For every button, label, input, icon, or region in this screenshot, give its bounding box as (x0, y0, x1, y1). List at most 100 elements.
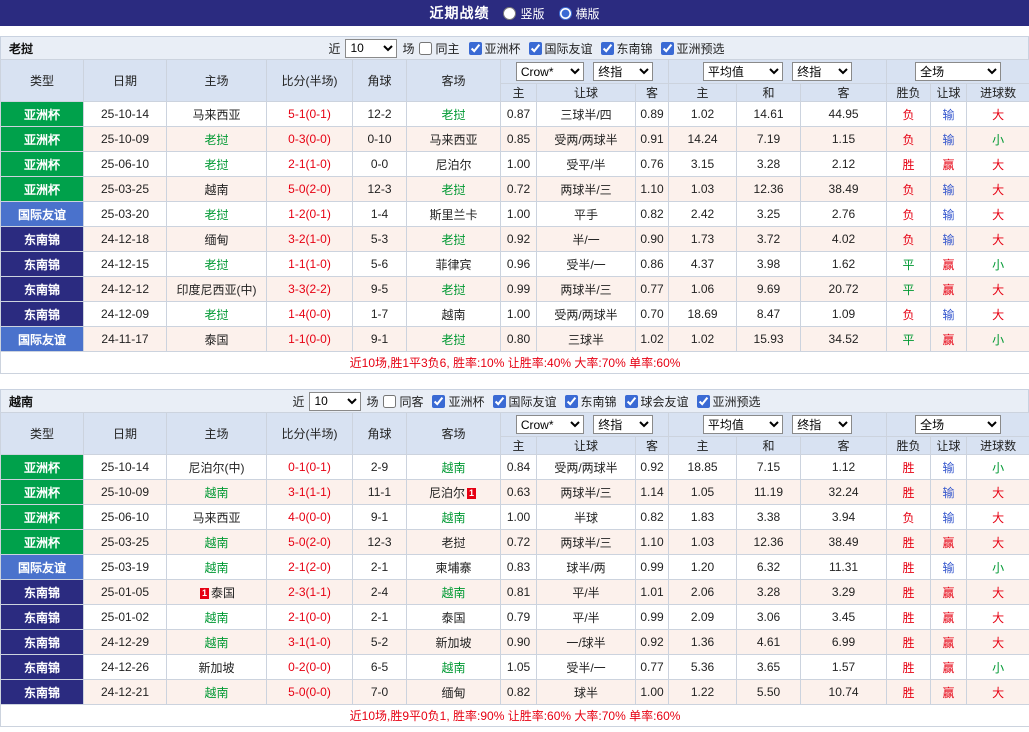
result-wdl-cell: 胜 (887, 680, 931, 705)
competition-checkbox[interactable] (625, 395, 638, 408)
europe-time-select[interactable]: 终指 (792, 62, 852, 81)
layout-option-horizontal[interactable]: 横版 (559, 5, 600, 22)
home-team-name: 越南 (204, 561, 228, 575)
col-header-asia-handicap: 让球 (537, 437, 636, 455)
home-team-cell: 泰国 (167, 327, 267, 352)
europe-home-odds-cell: 1.02 (669, 327, 737, 352)
away-team-cell: 老挝 (407, 530, 501, 555)
competition-filter[interactable]: 亚洲杯 (469, 40, 521, 57)
col-header-asia-away: 客 (636, 84, 669, 102)
competition-filter[interactable]: 亚洲杯 (432, 393, 484, 410)
europe-away-odds-cell: 3.29 (801, 580, 887, 605)
handicap-cell: 两球半/三 (537, 530, 636, 555)
asia-away-odds-cell: 0.90 (636, 227, 669, 252)
competition-checkbox[interactable] (601, 42, 614, 55)
asia-away-odds-cell: 1.10 (636, 177, 669, 202)
europe-away-odds-cell: 1.09 (801, 302, 887, 327)
scope-select[interactable]: 全场 (915, 415, 1001, 434)
competition-filter[interactable]: 亚洲预选 (661, 40, 725, 57)
col-header-europe-away: 客 (801, 437, 887, 455)
europe-home-odds-cell: 1.03 (669, 530, 737, 555)
asia-home-odds-cell: 0.84 (501, 455, 537, 480)
away-team-cell: 越南 (407, 655, 501, 680)
competition-filter[interactable]: 国际友谊 (493, 393, 557, 410)
horizontal-layout-radio[interactable] (559, 7, 572, 20)
table-header: 类型 日期 主场 比分(半场) 角球 客场 Crow* 终指 平均值 终指 (1, 413, 1029, 455)
europe-draw-odds-cell: 3.25 (737, 202, 801, 227)
match-type-cell: 亚洲杯 (1, 530, 84, 555)
asia-time-select[interactable]: 终指 (593, 62, 653, 81)
col-header-europe-home: 主 (669, 437, 737, 455)
europe-draw-odds-cell: 3.28 (737, 152, 801, 177)
result-goals-cell: 大 (967, 227, 1029, 252)
competition-checkbox[interactable] (469, 42, 482, 55)
competition-checkbox[interactable] (661, 42, 674, 55)
recent-count-select[interactable]: 10 (309, 392, 361, 411)
home-team-name: 老挝 (204, 208, 228, 222)
home-team-name: 老挝 (204, 308, 228, 322)
layout-option-vertical[interactable]: 竖版 (503, 5, 544, 22)
europe-odds-select-cell: 平均值 终指 (669, 413, 887, 437)
average-select[interactable]: 平均值 (703, 62, 783, 81)
asia-home-odds-cell: 0.90 (501, 630, 537, 655)
competition-label: 东南锦 (581, 393, 617, 410)
score-cell: 3-1(1-1) (267, 480, 353, 505)
competition-filter[interactable]: 亚洲预选 (697, 393, 761, 410)
home-team-name: 老挝 (204, 258, 228, 272)
europe-away-odds-cell: 6.99 (801, 630, 887, 655)
europe-home-odds-cell: 18.85 (669, 455, 737, 480)
europe-away-odds-cell: 4.02 (801, 227, 887, 252)
col-header-type: 类型 (1, 60, 84, 102)
same-venue-checkbox[interactable] (383, 395, 396, 408)
date-cell: 24-11-17 (84, 327, 167, 352)
date-cell: 24-12-15 (84, 252, 167, 277)
handicap-cell: 受平/半 (537, 152, 636, 177)
europe-away-odds-cell: 2.12 (801, 152, 887, 177)
result-row: 东南锦24-12-15老挝1-1(1-0)5-6菲律宾0.96受半/一0.864… (1, 252, 1029, 277)
bookmaker-select[interactable]: Crow* (516, 415, 584, 434)
vertical-layout-radio[interactable] (503, 7, 516, 20)
competition-checkbox[interactable] (697, 395, 710, 408)
competition-checkbox[interactable] (493, 395, 506, 408)
away-team-name: 菲律宾 (435, 258, 471, 272)
europe-draw-odds-cell: 12.36 (737, 177, 801, 202)
competition-filter[interactable]: 东南锦 (565, 393, 617, 410)
result-wdl-cell: 平 (887, 252, 931, 277)
home-team-name: 新加坡 (198, 661, 234, 675)
competition-filter[interactable]: 球会友谊 (625, 393, 689, 410)
competition-checkbox[interactable] (432, 395, 445, 408)
europe-home-odds-cell: 1.06 (669, 277, 737, 302)
match-type-cell: 东南锦 (1, 630, 84, 655)
competition-filter[interactable]: 东南锦 (601, 40, 653, 57)
result-goals-cell: 小 (967, 655, 1029, 680)
col-header-away: 客场 (407, 413, 501, 455)
competition-filter[interactable]: 国际友谊 (529, 40, 593, 57)
europe-time-select[interactable]: 终指 (792, 415, 852, 434)
same-venue-checkbox[interactable] (419, 42, 432, 55)
asia-time-select[interactable]: 终指 (593, 415, 653, 434)
result-handicap-cell: 赢 (931, 605, 967, 630)
score-cell: 1-2(0-1) (267, 202, 353, 227)
handicap-cell: 两球半/三 (537, 480, 636, 505)
bookmaker-select[interactable]: Crow* (516, 62, 584, 81)
competition-checkbox[interactable] (529, 42, 542, 55)
team-section: 老挝 近 10 场 同主 亚洲杯国际友谊东南锦亚洲预选 类型 (0, 36, 1029, 374)
result-handicap-cell: 赢 (931, 530, 967, 555)
match-type-cell: 国际友谊 (1, 202, 84, 227)
competition-checkbox[interactable] (565, 395, 578, 408)
result-handicap-cell: 输 (931, 127, 967, 152)
same-venue-filter[interactable]: 同主 (419, 40, 459, 57)
handicap-cell: 受半/一 (537, 252, 636, 277)
score-cell: 4-0(0-0) (267, 505, 353, 530)
result-handicap-cell: 输 (931, 227, 967, 252)
recent-count-select[interactable]: 10 (345, 39, 397, 58)
away-team-name: 越南 (441, 586, 465, 600)
handicap-cell: 三球半/四 (537, 102, 636, 127)
same-venue-filter[interactable]: 同客 (383, 393, 423, 410)
scope-select[interactable]: 全场 (915, 62, 1001, 81)
corners-cell: 1-4 (353, 202, 407, 227)
col-header-date: 日期 (84, 413, 167, 455)
page-title: 近期战绩 (429, 3, 489, 23)
average-select[interactable]: 平均值 (703, 415, 783, 434)
home-team-cell: 马来西亚 (167, 505, 267, 530)
